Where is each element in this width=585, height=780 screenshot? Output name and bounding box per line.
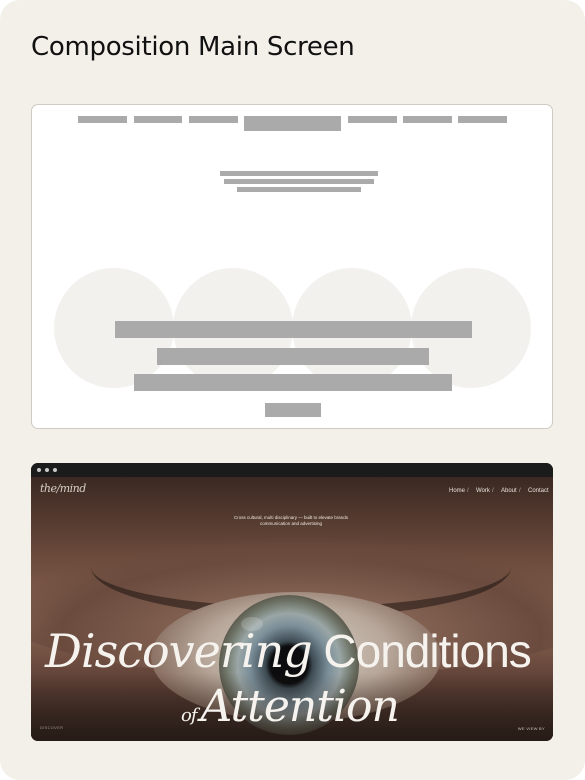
window-dot-icon xyxy=(53,468,57,472)
wireframe-tagline-line xyxy=(220,171,378,176)
wireframe-tagline-line xyxy=(237,187,361,192)
nav-home[interactable]: Home xyxy=(449,488,465,494)
card-title: Composition Main Screen xyxy=(31,32,355,62)
footer-left-label[interactable]: DISCOVER xyxy=(40,725,63,730)
wireframe-tagline-line xyxy=(224,179,374,184)
footer-right-label[interactable]: WE VIEW BY xyxy=(518,726,545,731)
nav-separator: / xyxy=(492,488,494,494)
browser-chrome xyxy=(31,463,553,477)
wireframe-panel xyxy=(31,104,553,429)
wireframe-nav-item xyxy=(78,116,127,123)
headline-word: of xyxy=(181,705,197,726)
composition-card: Composition Main Screen the/mind Home / … xyxy=(0,0,585,780)
hero-headline-line2: ofAttention xyxy=(181,681,400,740)
site-logo[interactable]: the/mind xyxy=(40,482,86,495)
wireframe-nav-item xyxy=(458,116,507,123)
hero-headline-line1: Discovering Conditions xyxy=(45,626,545,676)
hero-tagline: Cross cultural, multi disciplinary — bui… xyxy=(211,515,371,527)
nav-separator: / xyxy=(467,488,469,494)
headline-word: Attention xyxy=(200,681,400,732)
wireframe-logo-block xyxy=(244,116,341,131)
headline-word: Conditions xyxy=(323,625,531,677)
window-dot-icon xyxy=(45,468,49,472)
wireframe-nav-item xyxy=(403,116,452,123)
wireframe-headline-line xyxy=(157,348,429,365)
wireframe-nav-item xyxy=(189,116,238,123)
wireframe-button xyxy=(265,403,321,417)
wireframe-headline-line xyxy=(115,321,472,338)
hero-tagline-line: communication and advertising xyxy=(259,521,323,526)
nav-about[interactable]: About xyxy=(501,488,517,494)
headline-word: Discovering xyxy=(45,624,313,678)
website-preview: the/mind Home / Work / About / Contact C… xyxy=(31,463,553,741)
nav-contact[interactable]: Contact xyxy=(528,488,549,494)
wireframe-nav-item xyxy=(134,116,182,123)
wireframe-nav-item xyxy=(348,116,397,123)
nav-work[interactable]: Work xyxy=(476,488,490,494)
window-dot-icon xyxy=(37,468,41,472)
wireframe-headline-line xyxy=(134,374,452,391)
nav-separator: / xyxy=(519,488,521,494)
